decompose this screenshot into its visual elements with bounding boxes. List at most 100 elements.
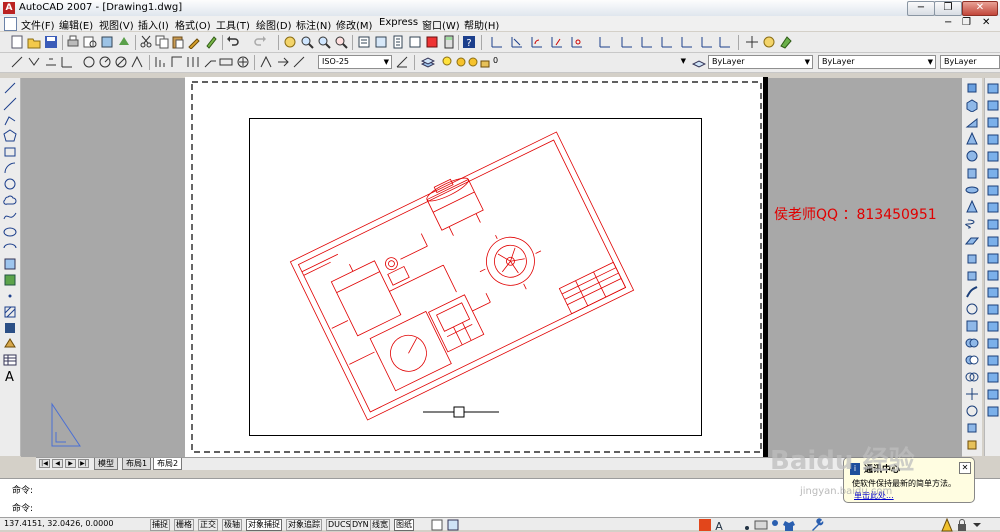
arc-icon[interactable] [3,161,17,175]
help-icon[interactable]: ? [462,35,476,49]
layer-manager-icon[interactable] [421,55,435,69]
block-editor-icon[interactable] [204,35,218,49]
ducs-toggle[interactable]: DUCS [326,519,353,531]
tab-next-button[interactable]: ▶ [65,459,76,468]
print-icon[interactable] [66,35,80,49]
pyramid-icon[interactable] [965,200,979,214]
new-icon[interactable] [10,35,24,49]
tool-palettes-icon[interactable] [391,35,405,49]
lock-icon[interactable] [955,518,967,531]
dim-angular-icon[interactable] [620,35,634,49]
ortho-toggle[interactable]: 正交 [198,519,218,531]
tolerance-tool-icon[interactable] [219,55,233,69]
dim-radius-tool-icon[interactable] [82,55,96,69]
gradient-icon[interactable] [3,321,17,335]
tab-model[interactable]: 模型 [94,458,118,470]
revision-cloud-icon[interactable] [3,193,17,207]
draw-line-tool-icon[interactable] [10,55,24,69]
revolve-icon[interactable] [965,302,979,316]
properties-icon[interactable] [357,35,371,49]
sphere-icon[interactable] [965,149,979,163]
dim-diameter-tool-icon[interactable] [114,55,128,69]
continue-tool-icon[interactable] [186,55,200,69]
rectangle-icon[interactable] [3,145,17,159]
dim-radius-icon[interactable] [570,35,584,49]
layer-on-bulb-icon[interactable] [440,55,454,69]
wrench-icon[interactable] [810,518,824,531]
communication-center-icon[interactable] [940,518,953,532]
solid-edit-19-icon[interactable] [986,387,1000,401]
command-prompt[interactable]: 命令: [12,501,33,514]
zoom-window-icon[interactable] [317,35,331,49]
menu-express[interactable]: Express [379,17,418,28]
polygon-icon[interactable] [3,129,17,143]
punctuation-icon[interactable] [740,518,752,530]
dim-diameter-icon[interactable] [598,35,612,49]
solid-edit-11-icon[interactable] [986,251,1000,265]
solid-edit-8-icon[interactable] [986,200,1000,214]
construction-line-icon[interactable] [3,97,17,111]
dyn-toggle[interactable]: DYN [350,519,371,531]
menu-edit[interactable]: 编辑(E) [59,17,93,32]
quickcalc-icon[interactable] [442,35,456,49]
status-menu-icon[interactable] [970,518,982,529]
dim-style-manager-icon[interactable] [395,55,409,69]
dimension-text-edit-icon[interactable] [276,55,290,69]
undo-icon[interactable] [226,35,240,49]
redo-icon[interactable] [253,35,267,49]
dim-angular-tool-icon[interactable] [130,55,144,69]
multiline-text-icon[interactable]: A [5,370,14,385]
close-button[interactable]: ✕ [962,1,998,16]
solid-edit-2-icon[interactable] [986,98,1000,112]
line-icon[interactable] [3,81,17,95]
hatch-icon[interactable] [3,305,17,319]
dwf-icon[interactable] [117,35,131,49]
baseline-tool-icon[interactable] [170,55,184,69]
tab-layout2[interactable]: 布局2 [153,458,183,470]
dim-center-mark-icon[interactable] [718,35,732,49]
3d-render-icon[interactable] [779,35,793,49]
menu-view[interactable]: 视图(V) [99,17,134,32]
publish-icon[interactable] [100,35,114,49]
layer-select[interactable]: 0 ▼ [490,55,688,69]
region-icon[interactable] [3,337,17,351]
make-layer-current-icon[interactable] [692,55,706,69]
dim-arrow-icon[interactable] [27,55,41,69]
sheet-set-icon[interactable] [408,35,422,49]
cone-icon[interactable] [965,132,979,146]
color-select[interactable]: ByLayer ▼ [708,55,813,69]
menu-file[interactable]: 文件(F) [21,17,55,32]
insert-block-icon[interactable] [3,257,17,271]
save-icon[interactable] [44,35,58,49]
intersect-icon[interactable] [965,370,979,384]
moon-icon[interactable] [726,518,738,530]
loft-icon[interactable] [965,319,979,333]
restore-button[interactable]: ❐ [934,1,962,16]
quick-dimension-icon[interactable] [154,55,168,69]
user-icon[interactable] [768,518,780,529]
table-icon[interactable] [3,353,17,367]
ellipse-icon[interactable] [3,225,17,239]
doc-close-button[interactable]: ✕ [982,17,990,28]
lineweight-select[interactable]: ByLayer [940,55,1000,69]
solid-edit-5-icon[interactable] [986,149,1000,163]
dim-aligned-icon[interactable] [510,35,524,49]
polysolid-icon[interactable] [965,81,979,95]
presspull-icon[interactable] [965,268,979,282]
doc-minimize-button[interactable]: − [944,17,952,28]
tab-last-button[interactable]: ▶| [78,459,89,468]
cylinder-icon[interactable] [965,166,979,180]
menu-draw[interactable]: 绘图(D) [256,17,292,32]
otrack-toggle[interactable]: 对象追踪 [286,519,322,531]
viewport-scale-icon[interactable] [430,518,443,531]
coordinate-readout[interactable]: 137.4151, 32.0426, 0.0000 [4,519,113,528]
box-icon[interactable] [965,98,979,112]
dim-continue-icon[interactable] [680,35,694,49]
menu-help[interactable]: 帮助(H) [464,17,499,32]
point-icon[interactable] [3,289,17,303]
doc-restore-button[interactable]: ❐ [962,17,971,28]
lineweight-toggle[interactable]: 线宽 [370,519,390,531]
solid-edit-14-icon[interactable] [986,302,1000,316]
zoom-realtime-icon[interactable] [300,35,314,49]
dim-ordinate-tool-icon[interactable] [60,55,74,69]
